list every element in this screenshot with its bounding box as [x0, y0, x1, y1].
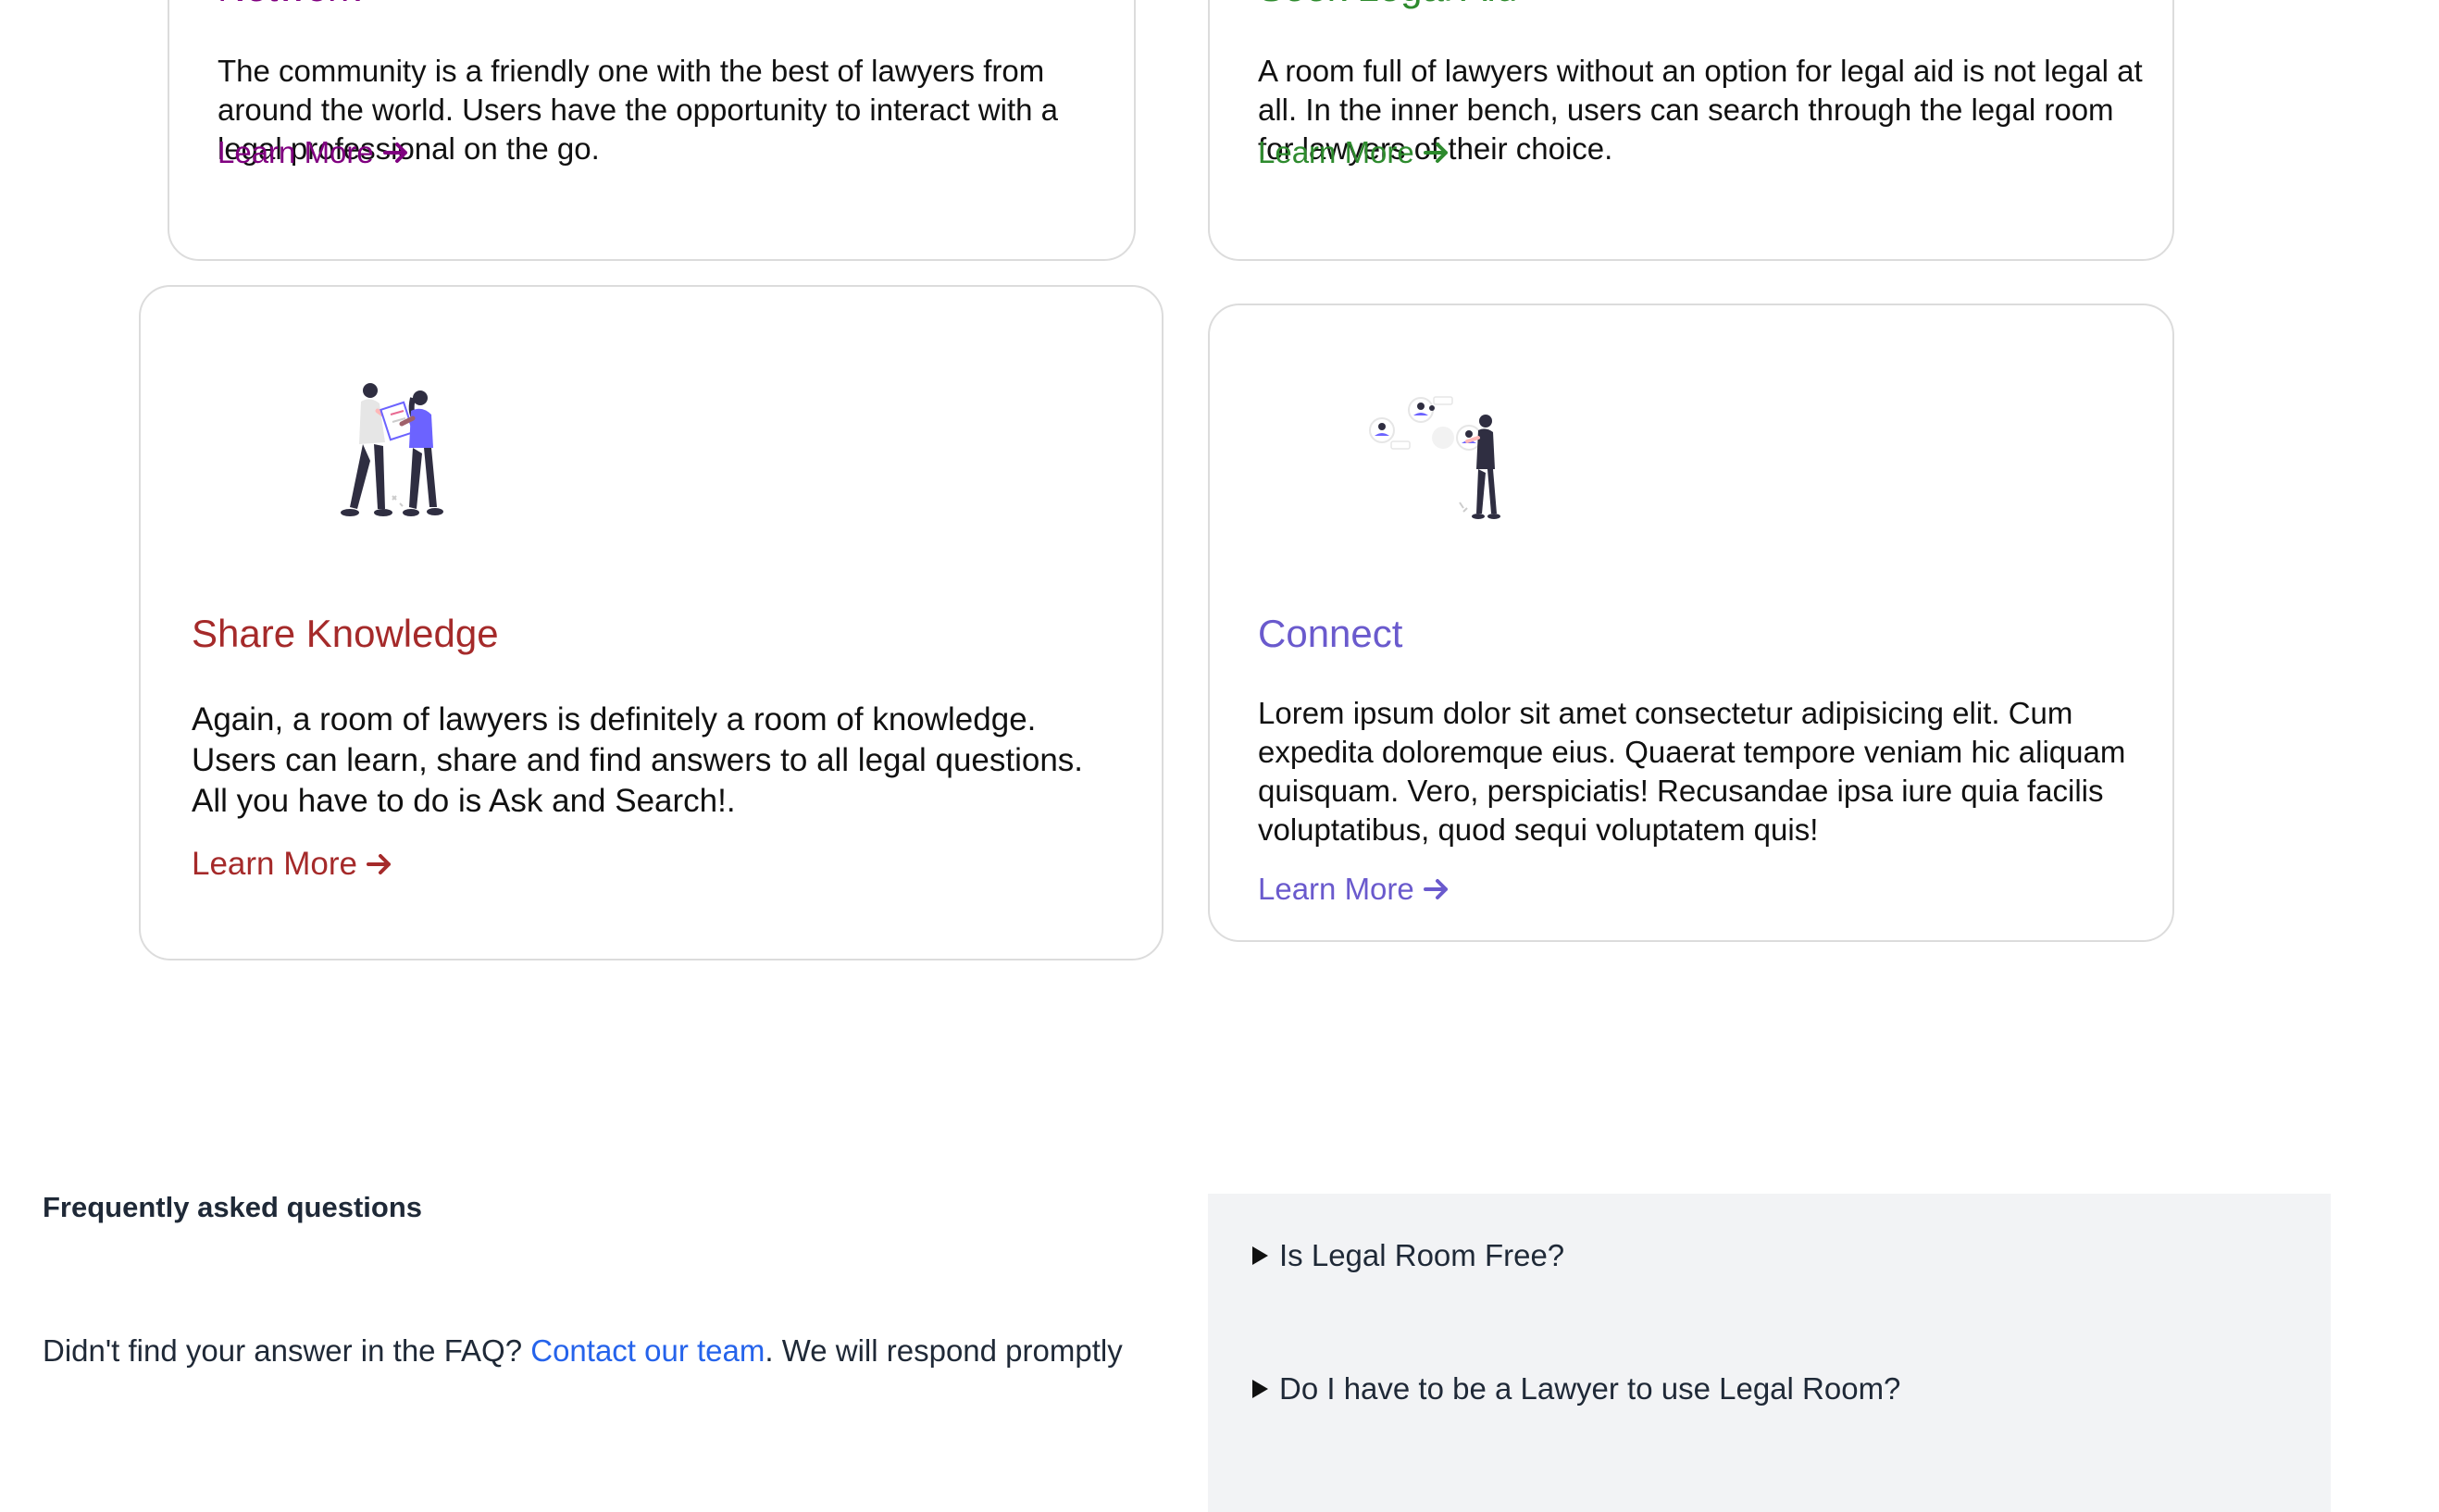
faq-item-lawyer-required[interactable]: Do I have to be a Lawyer to use Legal Ro… [1252, 1371, 1900, 1407]
faq-list-panel: Is Legal Room Free? Do I have to be a La… [1208, 1194, 2331, 1512]
disclosure-triangle-icon [1252, 1380, 1268, 1398]
network-learn-more-label: Learn More [218, 135, 374, 169]
network-card: Network The community is a friendly one … [168, 0, 1136, 261]
share-knowledge-learn-more-label: Learn More [192, 846, 357, 882]
person-connecting-profiles-illustration [1369, 396, 1500, 519]
faq-heading: Frequently asked questions [43, 1191, 422, 1223]
faq-question-label: Is Legal Room Free? [1279, 1238, 1565, 1272]
arrow-right-icon [366, 854, 391, 874]
connect-card-title: Connect [1258, 612, 1403, 655]
share-knowledge-card-title: Share Knowledge [192, 612, 499, 655]
faq-note-prefix: Didn't find your answer in the FAQ? [43, 1333, 531, 1368]
arrow-right-icon [1423, 879, 1448, 899]
contact-team-link[interactable]: Contact our team [530, 1333, 765, 1368]
faq-question-label: Do I have to be a Lawyer to use Legal Ro… [1279, 1371, 1901, 1406]
connect-learn-more-link[interactable]: Learn More [1258, 871, 1451, 908]
connect-card: Connect Lorem ipsum dolor sit amet conse… [1208, 304, 2174, 942]
share-knowledge-card: Share Knowledge Again, a room of lawyers… [139, 285, 1164, 960]
legal-aid-card-title: Seek Legal Aid [1258, 0, 1517, 11]
two-people-sharing-document-illustration [341, 383, 443, 516]
faq-item-free[interactable]: Is Legal Room Free? [1252, 1238, 1564, 1273]
legal-aid-learn-more-label: Learn More [1258, 135, 1414, 169]
connect-card-description: Lorem ipsum dolor sit amet consectetur a… [1258, 696, 2126, 847]
connect-learn-more-label: Learn More [1258, 872, 1414, 906]
legal-aid-card: Seek Legal Aid A room full of lawyers wi… [1208, 0, 2174, 261]
network-learn-more-link[interactable]: Learn More [218, 134, 411, 171]
arrow-right-icon [382, 143, 407, 163]
disclosure-triangle-icon [1252, 1246, 1268, 1265]
share-knowledge-learn-more-link[interactable]: Learn More [192, 846, 394, 883]
legal-aid-learn-more-link[interactable]: Learn More [1258, 134, 1451, 171]
share-knowledge-card-description: Again, a room of lawyers is definitely a… [192, 701, 1084, 819]
faq-contact-note: Didn't find your answer in the FAQ? Cont… [43, 1333, 1123, 1369]
faq-note-suffix: . We will respond promptly [765, 1333, 1123, 1368]
arrow-right-icon [1423, 143, 1448, 163]
network-card-title: Network [218, 0, 360, 11]
